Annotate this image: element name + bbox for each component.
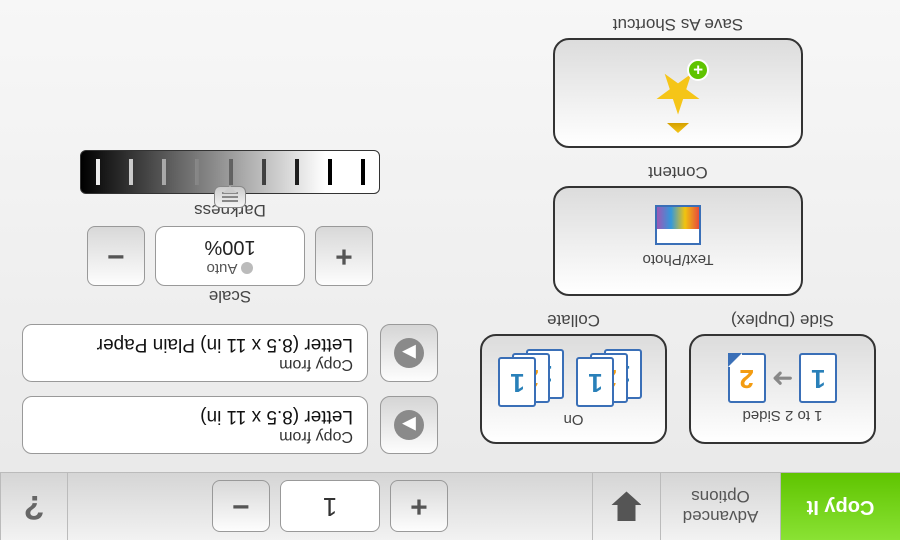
plus-badge-icon: +: [687, 59, 709, 81]
content-caption: Text/Photo: [643, 252, 714, 269]
shortcut-label: Save As Shortcut: [613, 14, 743, 34]
options-panel: 1 to 2 Sided 1 ➜ 2 Side (Duplex) On: [460, 0, 900, 472]
help-button[interactable]: ?: [0, 473, 68, 540]
copy-from-field-2: ▶ Copy from Letter (8.5 x 11 in) Plain P…: [22, 324, 438, 382]
content-group: Text/Photo Content: [480, 162, 876, 296]
page-front-icon: 1: [799, 354, 837, 404]
duplex-tile[interactable]: 1 to 2 Sided 1 ➜ 2: [689, 334, 876, 444]
copy-from-field-1: ▶ Copy from Letter (8.5 x 11 in): [22, 396, 438, 454]
collate-group: On 121 121 Collate: [480, 310, 667, 444]
copy-from-2-box[interactable]: Copy from Letter (8.5 x 11 in) Plain Pap…: [22, 324, 368, 382]
advanced-options-button[interactable]: Advanced Options: [660, 473, 780, 540]
star-top-icon: [667, 123, 689, 133]
content-label: Content: [648, 162, 708, 182]
darkness-slider-thumb[interactable]: [214, 186, 246, 208]
indicator-dot-icon: [241, 263, 253, 275]
collate-tile[interactable]: On 121 121: [480, 334, 667, 444]
copy-from-2-value: Letter (8.5 x 11 in) Plain Paper: [37, 333, 353, 355]
scale-minus-button[interactable]: −: [87, 226, 145, 286]
top-toolbar: Copy It Advanced Options + 1 − ?: [0, 472, 900, 540]
star-icon: ★ +: [653, 65, 703, 121]
options-row-top: 1 to 2 Sided 1 ➜ 2 Side (Duplex) On: [480, 310, 876, 444]
save-shortcut-tile[interactable]: ★ +: [553, 38, 803, 148]
page-down-button[interactable]: [592, 473, 660, 540]
collate-label: Collate: [480, 310, 667, 330]
page-back-icon: 2: [728, 354, 766, 404]
collate-caption: On: [564, 412, 584, 429]
copies-count-field[interactable]: 1: [280, 481, 380, 533]
copy-from-1-go-button[interactable]: ▶: [380, 396, 438, 454]
advanced-options-line2: Options: [683, 487, 759, 507]
scale-percent: 100%: [204, 235, 255, 258]
advanced-options-line1: Advanced: [683, 507, 759, 527]
parameters-panel: ▶ Copy from Letter (8.5 x 11 in) ▶ Copy …: [0, 0, 460, 472]
arrow-down-icon: [612, 492, 642, 522]
duplex-label: Side (Duplex): [689, 310, 876, 330]
copies-minus-button[interactable]: −: [212, 481, 270, 533]
duplex-caption: 1 to 2 Sided: [742, 408, 822, 425]
copy-it-button[interactable]: Copy It: [780, 473, 900, 540]
collate-stack-a-icon: 121: [583, 350, 643, 408]
scale-display[interactable]: Auto 100%: [155, 226, 305, 286]
chevron-right-icon: ▶: [394, 338, 424, 368]
copy-from-1-label: Copy from: [37, 427, 353, 445]
collate-stack-b-icon: 121: [505, 350, 565, 408]
copies-plus-button[interactable]: +: [390, 481, 448, 533]
scale-label: Scale: [22, 286, 438, 306]
main-area: 1 to 2 Sided 1 ➜ 2 Side (Duplex) On: [0, 0, 900, 472]
scale-group: + Auto 100% −: [22, 226, 438, 286]
scale-plus-button[interactable]: +: [315, 226, 373, 286]
darkness-group: Darkness: [22, 150, 438, 220]
question-icon: ?: [24, 487, 45, 526]
duplex-group: 1 to 2 Sided 1 ➜ 2 Side (Duplex): [689, 310, 876, 444]
copy-from-2-label: Copy from: [37, 355, 353, 373]
copies-group: + 1 −: [68, 473, 592, 540]
chevron-right-icon: ▶: [394, 410, 424, 440]
shortcut-group: ★ + Save As Shortcut: [480, 14, 876, 148]
scale-auto-label: Auto: [207, 260, 238, 277]
copy-from-2-go-button[interactable]: ▶: [380, 324, 438, 382]
arrow-right-icon: ➜: [772, 363, 794, 394]
photo-icon: [655, 206, 701, 246]
copy-from-1-box[interactable]: Copy from Letter (8.5 x 11 in): [22, 396, 368, 454]
content-tile[interactable]: Text/Photo: [553, 186, 803, 296]
copy-from-1-value: Letter (8.5 x 11 in): [37, 405, 353, 427]
scale-auto-row: Auto: [207, 260, 254, 277]
